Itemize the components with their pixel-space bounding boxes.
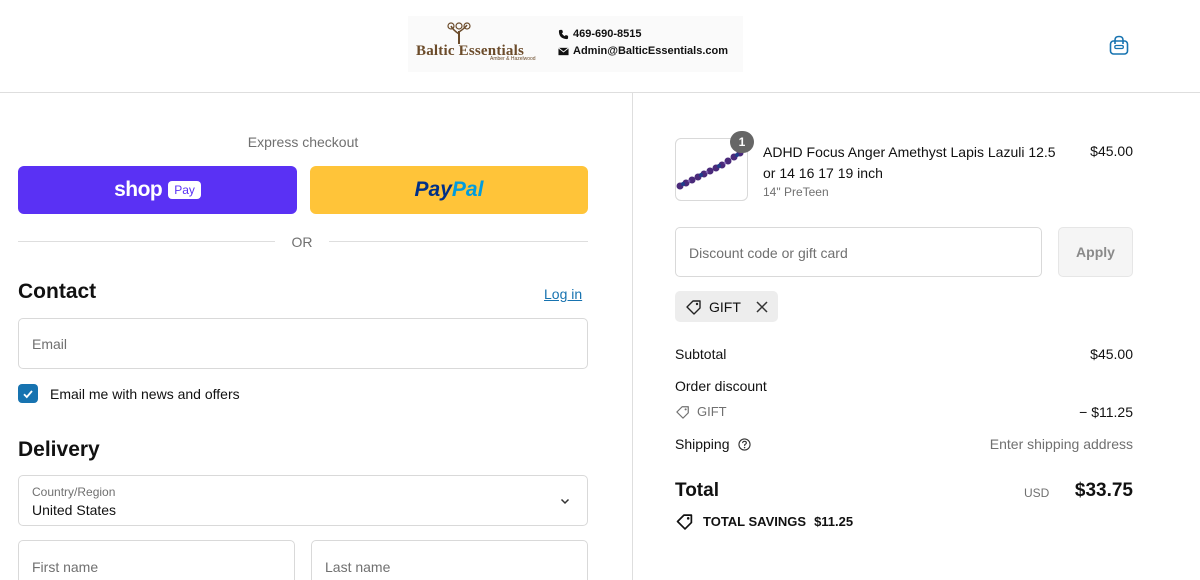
email-placeholder: Email — [32, 336, 68, 352]
subtotal-value: $45.00 — [1090, 346, 1133, 362]
shop-pay-pill: Pay — [168, 181, 201, 199]
phone-icon — [558, 29, 569, 39]
phone-number: 469-690-8515 — [573, 28, 642, 40]
total-currency: USD — [1024, 486, 1050, 500]
total-value: $33.75 — [1074, 480, 1133, 501]
discount-value: − $11.25 — [1079, 404, 1133, 420]
column-divider — [632, 93, 633, 580]
login-link[interactable]: Log in — [544, 286, 582, 302]
checkmark-icon — [23, 389, 33, 398]
product-price: $45.00 — [1090, 143, 1133, 159]
order-discount-label: Order discount — [675, 378, 767, 394]
country-label: Country/Region — [32, 485, 116, 499]
site-header: Baltic Essentials Amber & Hazelwood 469-… — [0, 0, 1200, 93]
applied-discount-tag: GIFT — [675, 291, 778, 322]
express-checkout-label: Express checkout — [247, 134, 359, 150]
country-value: United States — [32, 502, 117, 518]
shop-pay-wordmark: shop — [114, 178, 163, 201]
first-name-field[interactable]: First name — [18, 540, 295, 580]
email-address: Admin@BalticEssentials.com — [573, 45, 728, 57]
newsletter-checkbox-row[interactable]: Email me with news and offers — [18, 384, 240, 403]
close-icon[interactable] — [755, 300, 769, 314]
savings-label: TOTAL SAVINGS — [703, 514, 807, 529]
apply-button[interactable]: Apply — [1058, 227, 1133, 277]
country-select[interactable]: Country/Region United States — [18, 475, 588, 526]
contact-heading: Contact — [18, 280, 97, 303]
discount-code-row: GIFT — [675, 404, 727, 419]
tag-icon — [676, 405, 689, 419]
tag-icon — [686, 299, 701, 315]
subtotal-label: Subtotal — [675, 346, 727, 362]
paypal-wordmark-pay: Pay — [414, 178, 452, 201]
savings-value: $11.25 — [814, 514, 854, 529]
or-line-right — [329, 241, 588, 242]
newsletter-checkbox[interactable] — [18, 384, 38, 403]
chevron-down-icon — [560, 498, 570, 505]
discount-code-field[interactable]: Discount code or gift card — [675, 227, 1042, 277]
shipping-label: Shipping — [675, 436, 730, 452]
paypal-wordmark-pal: Pal — [451, 178, 484, 201]
store-logo-tagline: Amber & Hazelwood — [490, 56, 536, 62]
shipping-value: Enter shipping address — [989, 436, 1133, 452]
delivery-heading: Delivery — [18, 438, 100, 461]
shopping-bag-icon[interactable] — [1108, 34, 1130, 56]
last-name-field[interactable]: Last name — [311, 540, 588, 580]
applied-code-text: GIFT — [709, 298, 741, 315]
tree-logo-icon — [447, 22, 471, 44]
tag-icon — [676, 514, 693, 530]
total-label: Total — [675, 480, 719, 501]
or-line-left — [18, 241, 275, 242]
product-variant: 14" PreTeen — [763, 185, 829, 199]
or-divider: OR — [18, 233, 588, 251]
email-field[interactable]: Email — [18, 318, 588, 369]
newsletter-label: Email me with news and offers — [50, 385, 240, 402]
product-title: ADHD Focus Anger Amethyst Lapis Lazuli 1… — [763, 144, 1056, 181]
shipping-row: Shipping — [675, 436, 752, 452]
or-text: OR — [291, 234, 313, 250]
last-name-placeholder: Last name — [325, 559, 391, 575]
discount-placeholder: Discount code or gift card — [689, 245, 848, 261]
envelope-icon — [558, 46, 569, 55]
store-phone: 469-690-8515 — [558, 28, 642, 40]
quantity-badge: 1 — [730, 131, 754, 153]
first-name-placeholder: First name — [32, 559, 99, 575]
discount-code-label: GIFT — [697, 404, 727, 419]
shop-pay-button[interactable]: shop Pay — [18, 166, 297, 214]
paypal-button[interactable]: Pay Pal — [310, 166, 588, 214]
total-savings-row: TOTAL SAVINGS $11.25 — [675, 513, 853, 530]
help-circle-icon[interactable] — [738, 438, 752, 451]
store-email: Admin@BalticEssentials.com — [558, 45, 728, 57]
store-banner[interactable]: Baltic Essentials Amber & Hazelwood 469-… — [408, 16, 743, 72]
